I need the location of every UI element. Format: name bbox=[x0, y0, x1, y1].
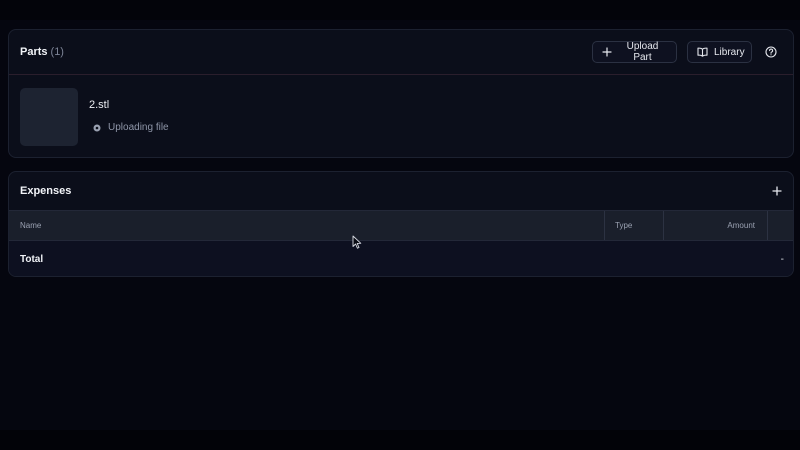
expenses-header: Expenses bbox=[9, 172, 793, 210]
bottom-bar bbox=[0, 430, 800, 450]
spinner-dot-icon bbox=[93, 124, 101, 132]
part-name: 2.stl bbox=[89, 99, 110, 111]
library-label: Library bbox=[714, 46, 745, 58]
plus-icon bbox=[602, 47, 612, 57]
part-thumbnail bbox=[20, 88, 78, 146]
list-item[interactable]: 2.stl Uploading file bbox=[9, 75, 793, 157]
parts-header: Parts (1) Upload Part Library bbox=[9, 30, 793, 75]
question-circle-icon[interactable] bbox=[760, 41, 782, 63]
column-amount[interactable]: Amount bbox=[663, 211, 767, 240]
part-status-label: Uploading file bbox=[108, 122, 169, 133]
parts-panel: Parts (1) Upload Part Library 2.stl Uplo… bbox=[8, 29, 794, 158]
parts-count: (1) bbox=[50, 46, 64, 58]
column-name[interactable]: Name bbox=[20, 211, 41, 240]
column-actions bbox=[767, 211, 793, 240]
total-row: Total - bbox=[9, 241, 793, 276]
total-label: Total bbox=[20, 254, 44, 265]
book-icon bbox=[697, 47, 708, 57]
part-status: Uploading file bbox=[93, 122, 169, 133]
parts-title: Parts bbox=[20, 46, 48, 58]
expenses-title: Expenses bbox=[20, 185, 72, 197]
column-type[interactable]: Type bbox=[604, 211, 663, 240]
total-value: - bbox=[780, 254, 784, 265]
add-expense-button[interactable] bbox=[770, 184, 784, 198]
upload-part-button[interactable]: Upload Part bbox=[592, 41, 677, 63]
library-button[interactable]: Library bbox=[687, 41, 752, 63]
plus-icon bbox=[772, 186, 782, 196]
expenses-table-header: Name Type Amount bbox=[9, 210, 793, 241]
expenses-panel: Expenses Name Type Amount Total - bbox=[8, 171, 794, 277]
mouse-cursor-icon bbox=[352, 235, 362, 249]
upload-part-label: Upload Part bbox=[626, 41, 659, 63]
top-bar bbox=[0, 0, 800, 20]
